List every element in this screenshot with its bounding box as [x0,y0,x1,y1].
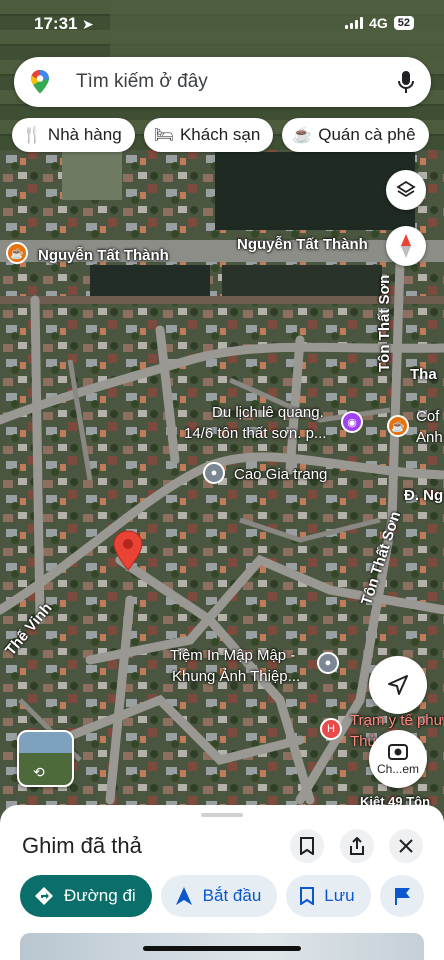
dropped-pin-icon[interactable] [113,530,143,572]
directions-button[interactable]: Đường đi [20,875,152,917]
category-chips: 🍴 Nhà hàng 🛏 Khách sạn ☕ Quán cà phê [12,118,429,152]
compass-icon [401,234,411,258]
cafe-marker-icon[interactable]: ☕ [387,415,409,437]
save-button[interactable]: Lưu [286,875,371,917]
bed-icon: 🛏 [153,127,174,144]
directions-icon [35,887,53,905]
compass-button[interactable] [386,226,426,266]
rotate-360-icon: ⟲ [33,764,45,780]
chip-label: Nhà hàng [47,125,122,144]
street-view-thumbnail[interactable]: ⟲ [17,730,74,787]
microphone-icon[interactable] [397,70,415,94]
layers-button[interactable] [386,170,426,210]
save-label: Lưu [324,886,355,905]
maps-logo-icon [31,70,49,94]
hospital-marker-icon[interactable]: H [320,718,342,740]
chip-hotels[interactable]: 🛏 Khách sạn [143,118,274,152]
street-label: Nguyễn Tất Thành [38,247,169,264]
fork-knife-icon: 🍴 [22,127,42,144]
lens-button[interactable]: Ch...em [369,730,427,788]
location-arrow-icon [388,675,408,695]
street-label: Đ. Ng [404,487,444,504]
chip-cafes[interactable]: ☕ Quán cà phê [282,118,429,152]
street-label: Tôn Thất Sơn [376,274,393,372]
street-label: Nguyễn Tất Thành [237,236,368,253]
network-type: 4G [369,15,388,31]
cellular-signal-icon [345,17,364,29]
bookmark-icon [300,837,314,855]
poi-label[interactable]: 14/6 tôn thất sơn. p... [184,425,326,442]
share-icon [350,837,364,855]
start-label: Bắt đầu [202,886,262,905]
flag-icon [394,888,410,905]
camera-search-icon [388,744,408,760]
place-marker-icon[interactable]: ● [317,652,339,674]
chip-restaurants[interactable]: 🍴 Nhà hàng [12,118,135,152]
bookmark-icon [300,887,315,905]
place-sheet[interactable]: Ghim đã thả Đường đi Bắt đầu Lưu [0,805,444,960]
battery-icon: 52 [393,16,414,30]
sheet-title: Ghim đã thả [22,833,142,858]
action-buttons: Đường đi Bắt đầu Lưu [20,875,424,917]
status-bar: 17:31 ➤ 4G 52 [0,0,444,50]
home-indicator [143,946,301,951]
poi-label[interactable]: Trạm y tế phư [350,712,444,729]
search-bar[interactable]: Tìm kiếm ở đây [14,57,431,107]
drag-handle[interactable] [201,813,243,817]
layers-icon [396,180,416,198]
close-button[interactable] [389,829,423,863]
poi-label[interactable]: Khung Ảnh Thiệp... [172,668,300,685]
camera-marker-icon[interactable]: ◉ [341,411,363,433]
lens-label: Ch...em [376,762,419,776]
cafe-marker-icon[interactable]: ☕ [6,242,28,264]
clock: 17:31 [34,14,78,33]
coffee-cup-icon: ☕ [292,127,313,144]
poi-label[interactable]: Anh [416,429,443,446]
place-marker-icon[interactable]: ● [203,462,225,484]
chip-label: Khách sạn [179,125,261,144]
location-arrow-icon: ➤ [82,16,94,32]
my-location-button[interactable] [369,656,427,714]
street-label: Tha [410,366,437,383]
directions-label: Đường đi [64,886,136,905]
close-icon [399,839,413,853]
poi-label[interactable]: Cof [416,408,439,425]
share-button[interactable] [340,829,374,863]
poi-label[interactable]: Tiệm In Mập Mập - [170,647,295,664]
navigation-arrow-icon [175,887,192,905]
poi-label[interactable]: Du lịch lê quang. [212,404,324,421]
chip-label: Quán cà phê [318,125,416,144]
flag-button[interactable] [379,875,424,917]
search-input[interactable]: Tìm kiếm ở đây [76,71,208,93]
poi-label[interactable]: Cao Gia trang [234,466,327,483]
save-icon-button[interactable] [290,829,324,863]
start-button[interactable]: Bắt đầu [160,875,278,917]
